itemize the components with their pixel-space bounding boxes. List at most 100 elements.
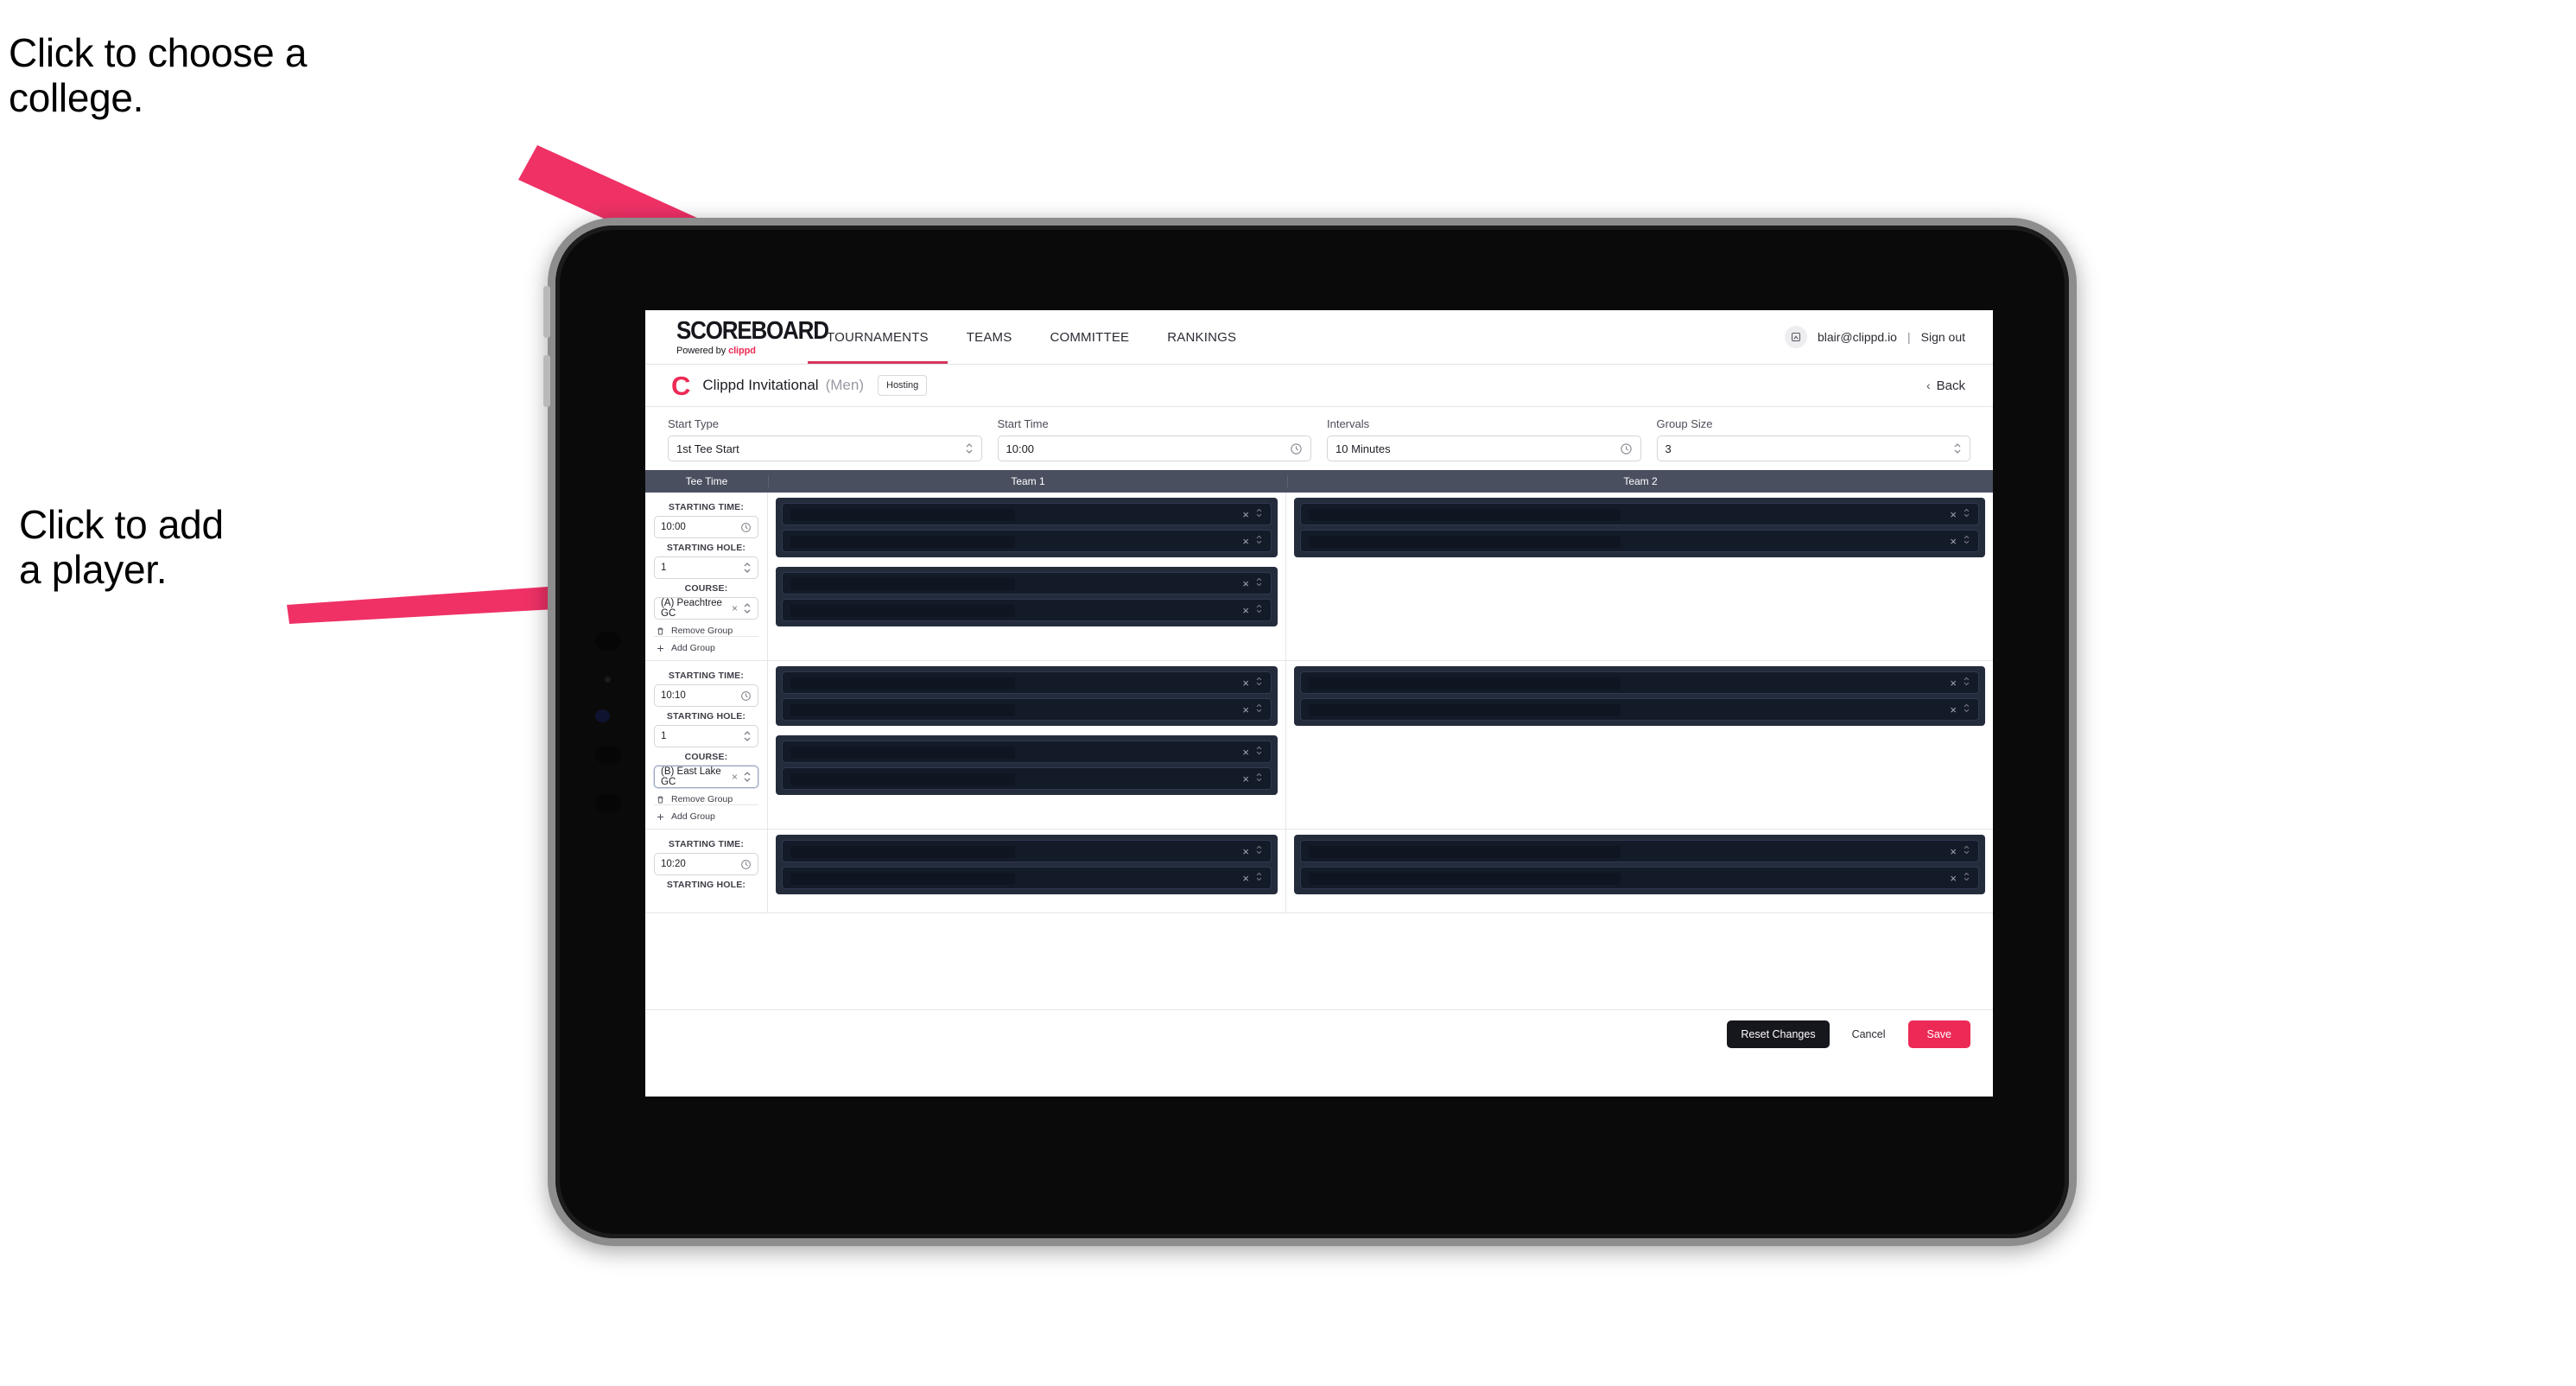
starting-time-label: STARTING TIME:	[668, 671, 745, 681]
stepper-icon[interactable]	[1255, 844, 1263, 858]
clear-player-icon[interactable]: ×	[1242, 509, 1249, 520]
group-size-select[interactable]: 3	[1656, 436, 1970, 461]
clear-player-icon[interactable]: ×	[1950, 704, 1957, 715]
stepper-icon[interactable]	[965, 442, 974, 455]
starting-time-value: 10:10	[661, 690, 686, 701]
player-slot[interactable]: ×	[1300, 503, 1979, 525]
player-slot[interactable]: ×	[782, 671, 1272, 694]
stepper-icon[interactable]	[1255, 772, 1263, 785]
player-slot-controls: ×	[1242, 507, 1263, 521]
clear-player-icon[interactable]: ×	[1242, 846, 1249, 857]
player-slot[interactable]: ×	[782, 840, 1272, 862]
stepper-icon[interactable]	[743, 561, 752, 575]
save-button[interactable]: Save	[1907, 1020, 1970, 1048]
team-1-column: × × × ×	[768, 661, 1286, 829]
reset-changes-button[interactable]: Reset Changes	[1727, 1020, 1830, 1048]
tee-time-group-row: STARTING TIME: 10:00 STARTING HOLE: 1 COURSE…	[645, 493, 1993, 661]
starting-time-input[interactable]: 10:20	[654, 853, 758, 875]
course-select[interactable]: (B) East Lake GC ×	[654, 766, 758, 788]
starting-hole-input[interactable]: 1	[654, 725, 758, 747]
player-slot[interactable]: ×	[1300, 530, 1979, 552]
tee-time-group-row: STARTING TIME: 10:10 STARTING HOLE: 1 COURSE…	[645, 661, 1993, 830]
stepper-icon[interactable]	[743, 601, 752, 615]
intervals-input[interactable]: 10 Minutes	[1327, 436, 1641, 461]
clear-player-icon[interactable]: ×	[1242, 605, 1249, 616]
stepper-icon[interactable]	[1963, 703, 1970, 716]
clear-player-icon[interactable]: ×	[1242, 773, 1249, 785]
stepper-icon[interactable]	[743, 729, 752, 743]
clear-player-icon[interactable]: ×	[1950, 509, 1957, 520]
tee-times-table-body[interactable]: STARTING TIME: 10:00 STARTING HOLE: 1 COURSE…	[645, 493, 1993, 1009]
player-slot[interactable]: ×	[782, 698, 1272, 721]
stepper-icon[interactable]	[1255, 703, 1263, 716]
clock-icon[interactable]	[740, 859, 752, 870]
clear-player-icon[interactable]: ×	[1950, 536, 1957, 547]
stepper-icon[interactable]	[1963, 676, 1970, 690]
brand-sub-prefix: Powered by	[676, 345, 726, 356]
stepper-icon[interactable]	[1963, 507, 1970, 521]
tab-rankings[interactable]: RANKINGS	[1148, 310, 1255, 364]
starting-time-input[interactable]: 10:00	[654, 516, 758, 538]
player-slot-group: × ×	[776, 498, 1278, 557]
cancel-button[interactable]: Cancel	[1843, 1020, 1894, 1048]
add-group-button[interactable]: Add Group	[654, 636, 758, 653]
clock-icon[interactable]	[740, 522, 752, 533]
clear-player-icon[interactable]: ×	[1242, 704, 1249, 715]
player-slot[interactable]: ×	[782, 503, 1272, 525]
start-type-select[interactable]: 1st Tee Start	[668, 436, 982, 461]
player-slot[interactable]: ×	[1300, 698, 1979, 721]
clear-player-icon[interactable]: ×	[1950, 846, 1957, 857]
clear-course-icon[interactable]: ×	[732, 771, 738, 783]
player-slot[interactable]: ×	[782, 767, 1272, 790]
clear-player-icon[interactable]: ×	[1242, 578, 1249, 589]
clear-player-icon[interactable]: ×	[1242, 536, 1249, 547]
tab-committee[interactable]: COMMITTEE	[1031, 310, 1148, 364]
clock-icon[interactable]	[740, 690, 752, 702]
clear-player-icon[interactable]: ×	[1242, 677, 1249, 689]
stepper-icon[interactable]	[1255, 576, 1263, 590]
stepper-icon[interactable]	[1255, 871, 1263, 885]
stepper-icon[interactable]	[1963, 844, 1970, 858]
volume-down-button[interactable]	[543, 355, 550, 407]
clear-player-icon[interactable]: ×	[1950, 873, 1957, 884]
start-time-input[interactable]: 10:00	[997, 436, 1311, 461]
clear-course-icon[interactable]: ×	[732, 602, 738, 614]
back-button[interactable]: ‹ Back	[1926, 378, 1965, 393]
volume-up-button[interactable]	[543, 286, 550, 338]
course-select[interactable]: (A) Peachtree GC ×	[654, 597, 758, 620]
stepper-icon[interactable]	[1963, 534, 1970, 548]
stepper-icon[interactable]	[1255, 745, 1263, 759]
player-slot[interactable]: ×	[782, 741, 1272, 763]
clock-icon[interactable]	[1290, 442, 1303, 455]
stepper-icon[interactable]	[743, 770, 752, 784]
player-slot[interactable]: ×	[782, 599, 1272, 621]
stepper-icon[interactable]	[1963, 871, 1970, 885]
stepper-icon[interactable]	[1255, 507, 1263, 521]
clear-player-icon[interactable]: ×	[1950, 677, 1957, 689]
user-icon[interactable]	[1784, 326, 1807, 348]
starting-hole-input[interactable]: 1	[654, 556, 758, 579]
player-slot[interactable]: ×	[782, 530, 1272, 552]
settings-control-bar: Start Type 1st Tee Start Start Time 10:0…	[645, 407, 1993, 470]
starting-time-input[interactable]: 10:10	[654, 684, 758, 707]
clock-icon[interactable]	[1620, 442, 1633, 455]
player-slot[interactable]: ×	[1300, 840, 1979, 862]
stepper-icon[interactable]	[1255, 676, 1263, 690]
player-slot[interactable]: ×	[782, 572, 1272, 594]
camera-lens-icon	[595, 746, 621, 765]
tab-tournaments[interactable]: TOURNAMENTS	[808, 310, 948, 364]
tab-teams[interactable]: TEAMS	[948, 310, 1031, 364]
clear-player-icon[interactable]: ×	[1242, 873, 1249, 884]
remove-group-button[interactable]: Remove Group	[654, 788, 758, 804]
sign-out-link[interactable]: Sign out	[1921, 330, 1965, 344]
stepper-icon[interactable]	[1255, 534, 1263, 548]
add-group-button[interactable]: Add Group	[654, 804, 758, 822]
stepper-icon[interactable]	[1255, 603, 1263, 617]
stepper-icon[interactable]	[1953, 442, 1962, 455]
player-slot[interactable]: ×	[782, 867, 1272, 889]
clear-player-icon[interactable]: ×	[1242, 747, 1249, 758]
brand-logo[interactable]: SCOREBOARD Powered by clippd	[645, 317, 829, 356]
player-slot[interactable]: ×	[1300, 867, 1979, 889]
player-slot[interactable]: ×	[1300, 671, 1979, 694]
remove-group-button[interactable]: Remove Group	[654, 620, 758, 636]
